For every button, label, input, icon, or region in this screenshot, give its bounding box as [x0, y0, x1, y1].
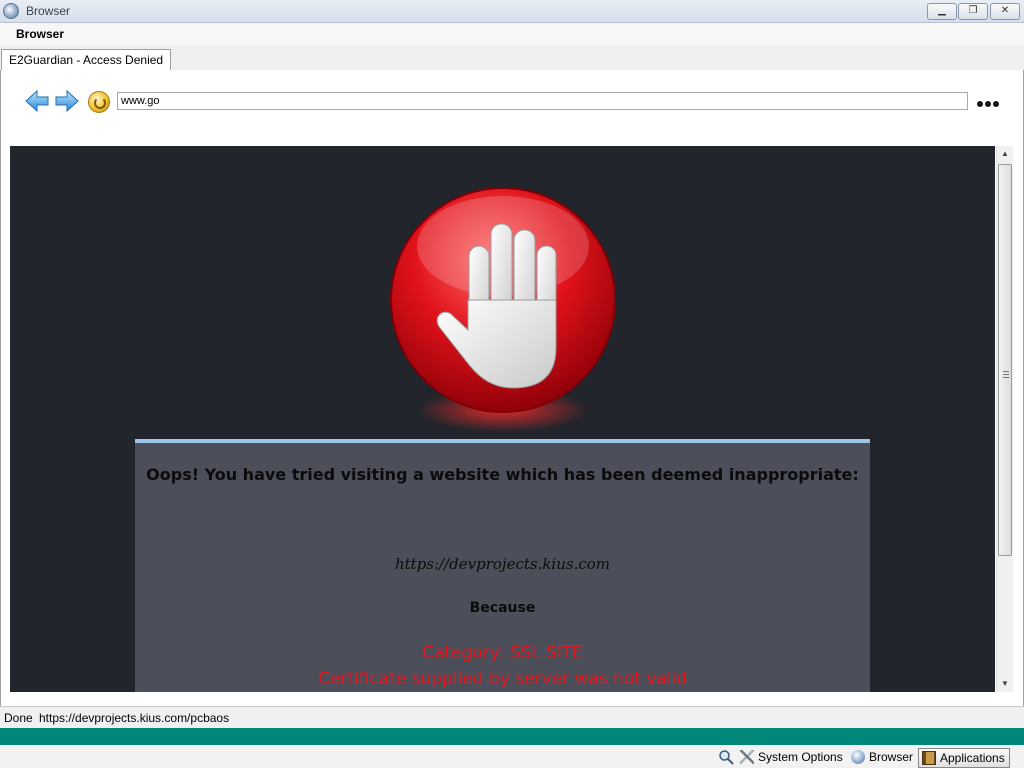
refresh-icon[interactable]	[88, 91, 110, 113]
more-options-icon[interactable]	[977, 96, 1001, 107]
block-heading: Oops! You have tried visiting a website …	[146, 465, 859, 484]
scroll-down-arrow-icon[interactable]: ▼	[997, 676, 1013, 692]
browser-globe-icon	[3, 3, 19, 19]
window-title-bar: Browser ▁ ❐ ✕	[0, 0, 1024, 23]
address-bar[interactable]	[117, 92, 968, 110]
block-category: Category: SSL SITE	[422, 643, 583, 663]
tab-strip: E2Guardian - Access Denied	[0, 45, 1024, 71]
block-reason: Certificate supplied by server was not v…	[317, 669, 688, 689]
applications-button[interactable]: Applications	[918, 748, 1010, 768]
close-button[interactable]: ✕	[990, 3, 1020, 20]
vertical-scrollbar[interactable]: ▲ ▼	[996, 146, 1013, 692]
system-options-button[interactable]: System Options	[740, 748, 843, 766]
search-icon[interactable]	[718, 749, 734, 765]
browser-taskbar-label: Browser	[869, 750, 914, 764]
because-label: Because	[469, 600, 536, 616]
window-title: Browser	[26, 4, 71, 18]
applications-label: Applications	[940, 751, 1005, 765]
stop-hand-icon	[390, 188, 616, 432]
page-viewport: Oops! You have tried visiting a website …	[10, 146, 995, 692]
back-arrow-icon[interactable]	[24, 88, 50, 114]
tools-icon	[740, 750, 754, 764]
scroll-up-arrow-icon[interactable]: ▲	[997, 146, 1013, 162]
status-bar: Done https://devprojects.kius.com/pcbaos	[0, 706, 1024, 729]
status-url: https://devprojects.kius.com/pcbaos	[39, 711, 230, 725]
browser-taskbar-button[interactable]: Browser	[851, 748, 913, 766]
status-state: Done	[4, 711, 33, 725]
applications-icon	[922, 751, 936, 765]
system-options-label: System Options	[758, 750, 843, 764]
grip-icon	[1003, 371, 1009, 378]
globe-icon	[851, 750, 865, 764]
blocked-url: https://devprojects.kius.com	[394, 555, 611, 573]
forward-arrow-icon[interactable]	[54, 88, 80, 114]
app-header: Browser	[0, 23, 1024, 45]
restore-button[interactable]: ❐	[958, 3, 988, 20]
tab-access-denied[interactable]: E2Guardian - Access Denied	[1, 49, 172, 70]
app-label: Browser	[16, 27, 65, 41]
status-strip	[0, 728, 1024, 745]
block-message-panel: Oops! You have tried visiting a website …	[135, 439, 870, 692]
scrollbar-thumb[interactable]	[998, 164, 1012, 556]
minimize-button[interactable]: ▁	[927, 3, 957, 20]
